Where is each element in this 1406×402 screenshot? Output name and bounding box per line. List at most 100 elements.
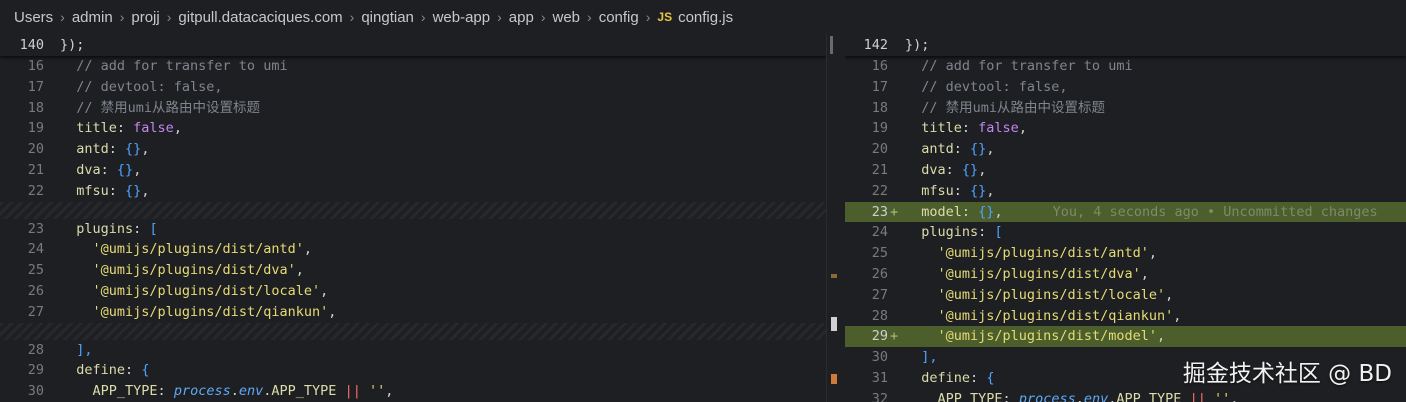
line-number: 16 [27,58,44,74]
breadcrumb-item[interactable]: Users [14,9,53,26]
code-line[interactable]: 25 '@umijs/plugins/dist/dva', [0,260,826,281]
code-string: '' [368,383,386,400]
code-value: {} [970,141,987,158]
code-line[interactable]: 22 mfsu: {}, [0,181,826,202]
code-line[interactable]: 21 dva: {}, [845,160,1406,181]
code-punct [1181,391,1189,402]
breadcrumb-item[interactable]: config [599,9,639,26]
line-number: 18 [871,99,888,116]
code-line[interactable]: 17 // devtool: false, [845,77,1406,98]
code-punct: , [1173,307,1182,324]
code-line[interactable]: 19 title: false, [845,118,1406,139]
added-line[interactable]: 23 + model: {}, You, 4 seconds ago • Uncom… [845,201,1406,223]
breadcrumb-item[interactable]: web-app [433,9,491,26]
code-line[interactable]: 20 antd: {}, [0,139,826,160]
code-comment: // 禁用umi从路由中设置标题 [60,99,261,116]
code-string: '@umijs/plugins/dist/locale' [92,282,321,299]
code-string: '@umijs/plugins/dist/antd' [937,245,1149,262]
added-line[interactable]: 29 + '@umijs/plugins/dist/model', [845,326,1406,348]
code-property: APP_TYPE [1116,390,1182,402]
code-line[interactable]: 16 // add for transfer to umi [845,56,1406,77]
code-punct: , [1140,265,1149,282]
code-text: ], [905,347,937,368]
code-line[interactable]: 27 '@umijs/plugins/dist/locale', [845,285,1406,306]
chevron-right-icon: › [540,9,546,25]
code-text: '@umijs/plugins/dist/antd', [60,239,312,260]
code-line[interactable]: 28 '@umijs/plugins/dist/qiankun', [845,306,1406,327]
code-string: '@umijs/plugins/dist/model' [937,328,1157,345]
code-line[interactable]: 18 // 禁用umi从路由中设置标题 [0,98,826,119]
code-line[interactable]: 24 plugins: [ [845,222,1406,243]
code-line[interactable]: 22 mfsu: {}, [845,181,1406,202]
code-identifier: env [1083,390,1109,402]
code-property: model [921,203,962,220]
code-line[interactable]: 16 // add for transfer to umi [0,56,826,77]
breadcrumb-item[interactable]: gitpull.datacaciques.com [178,9,342,26]
code-punct: , [1148,245,1157,262]
line-number: 28 [27,341,44,358]
line-number: 23 [27,220,44,237]
code-text: }); [60,37,85,53]
sticky-scroll-header[interactable]: 142 }); [845,34,1406,56]
code-line[interactable]: 27 '@umijs/plugins/dist/qiankun', [0,302,826,323]
code-lines[interactable]: 16 // add for transfer to umi 17 // devto… [0,56,826,402]
added-line-icon: + [890,203,899,220]
code-punct: : [953,182,971,199]
code-line[interactable]: 30 APP_TYPE: process.env.APP_TYPE || '', [0,381,826,402]
code-text: mfsu: {}, [60,181,149,202]
breadcrumb-item[interactable]: qingtian [361,9,414,26]
code-punct: , [141,182,150,199]
code-line[interactable]: 19 title: false, [0,118,826,139]
code-line[interactable]: 23 plugins: [ [0,219,826,240]
code-text: '@umijs/plugins/dist/model', [905,326,1166,347]
code-line[interactable]: 26 '@umijs/plugins/dist/dva', [845,264,1406,285]
added-line-icon: + [890,328,899,345]
code-value: {} [116,161,134,178]
breadcrumb-item[interactable]: web [552,9,580,26]
code-punct [1206,391,1214,402]
code-comment: // devtool: false, [60,78,223,95]
sticky-scroll-header[interactable]: 140 }); [0,34,826,56]
code-line[interactable]: 21 dva: {}, [0,160,826,181]
watermark: 掘金技术社区 @ BD [1182,361,1392,387]
code-text: mfsu: {}, [905,181,994,202]
editor-pane-modified[interactable]: 142 }); 16 // add for transfer to umi 17 … [845,34,1406,402]
code-line[interactable]: 26 '@umijs/plugins/dist/locale', [0,281,826,302]
code-identifier: process [173,383,231,400]
line-number: 20 [27,141,44,158]
code-line[interactable]: 25 '@umijs/plugins/dist/antd', [845,243,1406,264]
chevron-right-icon: › [119,9,125,25]
overview-ruler-mark [831,317,837,331]
vertical-scrollbar[interactable] [826,34,846,402]
code-punct: , [173,120,182,137]
code-line[interactable]: 20 antd: {}, [845,139,1406,160]
code-string: '' [1213,390,1231,402]
code-punct: , [994,203,1003,220]
scrollbar-thumb[interactable] [830,36,833,54]
code-punct: , [1165,286,1174,303]
breadcrumb-item[interactable]: app [509,9,534,26]
code-punct: , [1018,120,1027,137]
code-comment: // add for transfer to umi [905,58,1133,74]
code-line[interactable]: 28 ], [0,340,826,361]
code-punct: , [1230,390,1239,402]
code-line[interactable]: 17 // devtool: false, [0,77,826,98]
breadcrumb-file[interactable]: config.js [678,9,733,26]
line-number: 22 [27,182,44,199]
code-text: dva: {}, [905,160,986,181]
code-punct: : [961,203,979,220]
code-line[interactable]: 32 APP_TYPE: process.env.APP_TYPE || '', [845,389,1406,402]
code-line[interactable]: 18 // 禁用umi从路由中设置标题 [845,98,1406,119]
breadcrumb-item[interactable]: admin [72,9,113,26]
editor-pane-original[interactable]: 140 }); 16 // add for transfer to umi 17 … [0,34,826,402]
code-lines[interactable]: 16 // add for transfer to umi 17 // devto… [845,56,1406,402]
code-line[interactable]: 24 '@umijs/plugins/dist/antd', [0,239,826,260]
code-line[interactable]: 29 define: { [0,360,826,381]
breadcrumb-item[interactable]: projj [131,9,159,26]
code-text: '@umijs/plugins/dist/qiankun', [905,306,1182,327]
